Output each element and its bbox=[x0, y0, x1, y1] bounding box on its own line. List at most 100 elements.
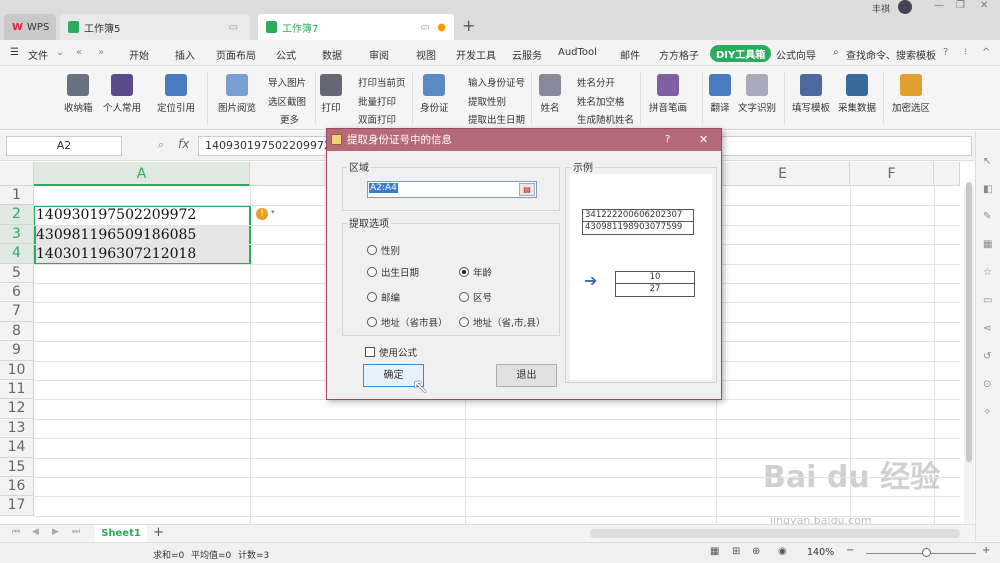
tools-icon[interactable]: ✧ bbox=[983, 407, 991, 418]
area-input[interactable]: A2:A4 ▤ bbox=[367, 181, 537, 198]
menu-layout[interactable]: 页面布局 bbox=[216, 47, 256, 62]
menu-ffgz[interactable]: 方方格子 bbox=[659, 47, 699, 62]
warning-icon[interactable]: ! bbox=[256, 208, 268, 220]
hamburger-icon[interactable]: ☰ bbox=[10, 47, 19, 58]
zoom-slider[interactable] bbox=[866, 553, 976, 554]
range-shot-button[interactable]: 选区截图 bbox=[268, 94, 306, 108]
zoom-icon[interactable]: ⌕ bbox=[158, 138, 164, 152]
star-icon[interactable]: ☆ bbox=[983, 267, 992, 278]
radio-postcode[interactable]: 邮编 bbox=[367, 290, 400, 304]
collect-data-button[interactable]: 采集数据 bbox=[838, 74, 876, 114]
column-header-a[interactable]: A bbox=[34, 162, 250, 186]
chevron-right-icon[interactable]: » bbox=[98, 47, 104, 58]
cell-a2[interactable]: 140930197502209972 bbox=[36, 207, 196, 223]
radio-age[interactable]: 年龄 bbox=[459, 265, 492, 279]
row-header[interactable]: 2 bbox=[0, 205, 34, 225]
menu-view[interactable]: 视图 bbox=[416, 47, 436, 62]
close-button[interactable]: ✕ bbox=[699, 129, 708, 151]
share-icon[interactable]: ⋖ bbox=[983, 323, 991, 334]
radio-address1[interactable]: 地址（省市县） bbox=[367, 315, 448, 329]
zoom-out-icon[interactable]: − bbox=[846, 545, 854, 556]
menu-mail[interactable]: 邮件 bbox=[620, 47, 640, 62]
fx-icon[interactable]: fx bbox=[178, 137, 189, 151]
print-page-button[interactable]: 打印当前页 bbox=[358, 75, 406, 89]
prev-sheet-icon[interactable]: ◀ bbox=[32, 527, 39, 537]
row-header[interactable]: 7 bbox=[0, 302, 34, 322]
menu-home[interactable]: 开始 bbox=[129, 47, 149, 62]
first-sheet-icon[interactable]: ⏮ bbox=[12, 527, 20, 537]
row-header[interactable]: 3 bbox=[0, 224, 34, 245]
select-all[interactable] bbox=[0, 162, 34, 186]
duplex-print-button[interactable]: 双面打印 bbox=[358, 112, 396, 126]
cell-a3[interactable]: 430981196509186085 bbox=[36, 227, 196, 243]
name-space-button[interactable]: 姓名加空格 bbox=[577, 94, 625, 108]
menu-insert[interactable]: 插入 bbox=[175, 47, 195, 62]
menu-formula[interactable]: 公式 bbox=[276, 47, 296, 62]
grid-icon[interactable]: ▦ bbox=[983, 239, 992, 250]
menu-audtool[interactable]: AudTool bbox=[558, 47, 597, 58]
import-pic-button[interactable]: 导入图片 bbox=[268, 75, 306, 89]
name-box[interactable]: A2 bbox=[6, 136, 122, 156]
last-sheet-icon[interactable]: ⏭ bbox=[72, 527, 80, 537]
personal-button[interactable]: 个人常用 bbox=[103, 74, 141, 114]
eye-icon[interactable]: ◉ bbox=[778, 546, 787, 557]
normal-view-icon[interactable]: ▦ bbox=[710, 546, 719, 557]
extract-birth-button[interactable]: 提取出生日期 bbox=[468, 112, 525, 126]
translate-button[interactable]: 翻译 bbox=[709, 74, 731, 114]
row-header[interactable]: 5 bbox=[0, 263, 34, 283]
random-name-button[interactable]: 生成随机姓名 bbox=[577, 112, 634, 126]
tab-workbook5[interactable]: 工作簿5 ▭ bbox=[60, 14, 250, 40]
column-header[interactable] bbox=[934, 162, 960, 186]
row-header[interactable]: 4 bbox=[0, 244, 34, 264]
print-button[interactable]: 打印 bbox=[320, 74, 342, 114]
collect-button[interactable]: 收纳箱 bbox=[64, 74, 93, 114]
row-header[interactable]: 12 bbox=[0, 399, 34, 419]
add-sheet-button[interactable]: + bbox=[153, 525, 164, 540]
ocr-button[interactable]: 文字识别 bbox=[738, 74, 776, 114]
chevron-up-icon[interactable]: ^ bbox=[982, 47, 990, 58]
range-picker-icon[interactable]: ▤ bbox=[519, 183, 535, 196]
backup-icon[interactable]: ⊙ bbox=[983, 379, 991, 390]
chevron-left-icon[interactable]: « bbox=[76, 47, 82, 58]
locate-button[interactable]: 定位引用 bbox=[157, 74, 195, 114]
row-header[interactable]: 16 bbox=[0, 477, 34, 497]
menu-diy[interactable]: DIY工具箱 bbox=[710, 45, 772, 62]
menu-cloud[interactable]: 云服务 bbox=[512, 47, 542, 62]
radio-birthdate[interactable]: 出生日期 bbox=[367, 265, 419, 279]
row-header[interactable]: 8 bbox=[0, 321, 34, 342]
column-header-f[interactable]: F bbox=[850, 162, 934, 186]
pinyin-button[interactable]: 拼音笔画 bbox=[649, 74, 687, 114]
exit-button[interactable]: 退出 bbox=[496, 364, 557, 387]
zoom-in-icon[interactable]: + bbox=[982, 545, 990, 556]
page-break-icon[interactable]: ⊕ bbox=[752, 546, 760, 557]
radio-areacode[interactable]: 区号 bbox=[459, 290, 492, 304]
pen-icon[interactable]: ✎ bbox=[983, 211, 991, 222]
sheet-tab[interactable]: Sheet1 bbox=[95, 525, 147, 542]
help-button[interactable]: ? bbox=[665, 129, 670, 151]
more-icon[interactable]: ⁝ bbox=[964, 47, 967, 58]
row-header[interactable]: 6 bbox=[0, 283, 34, 303]
fill-template-button[interactable]: 填写模板 bbox=[792, 74, 830, 114]
history-icon[interactable]: ↺ bbox=[983, 351, 991, 362]
encrypt-button[interactable]: 加密选区 bbox=[892, 74, 930, 114]
row-header[interactable]: 1 bbox=[0, 186, 34, 206]
close-icon[interactable]: ✕ bbox=[980, 0, 988, 11]
zoom-handle[interactable] bbox=[922, 548, 931, 557]
picview-button[interactable]: 图片阅览 bbox=[218, 74, 256, 114]
name-button[interactable]: 姓名 bbox=[539, 74, 561, 114]
cell-a4[interactable]: 140301196307212018 bbox=[36, 246, 196, 262]
idcard-button[interactable]: 身份证 bbox=[420, 74, 449, 114]
split-name-button[interactable]: 姓名分开 bbox=[577, 75, 615, 89]
row-header[interactable]: 14 bbox=[0, 438, 34, 458]
row-header[interactable]: 15 bbox=[0, 457, 34, 477]
add-tab-button[interactable]: + bbox=[462, 16, 475, 35]
shapes-icon[interactable]: ◧ bbox=[983, 184, 992, 195]
row-header[interactable]: 11 bbox=[0, 380, 34, 400]
column-header-e[interactable]: E bbox=[716, 162, 850, 186]
tab-workbook7[interactable]: 工作簿7 ▭ ● bbox=[258, 14, 454, 40]
row-header[interactable]: 13 bbox=[0, 418, 34, 439]
next-sheet-icon[interactable]: ▶ bbox=[52, 527, 59, 537]
more-button[interactable]: 更多 bbox=[280, 112, 299, 126]
input-id-button[interactable]: 输入身份证号 bbox=[468, 75, 525, 89]
page-layout-icon[interactable]: ⊞ bbox=[732, 546, 740, 557]
